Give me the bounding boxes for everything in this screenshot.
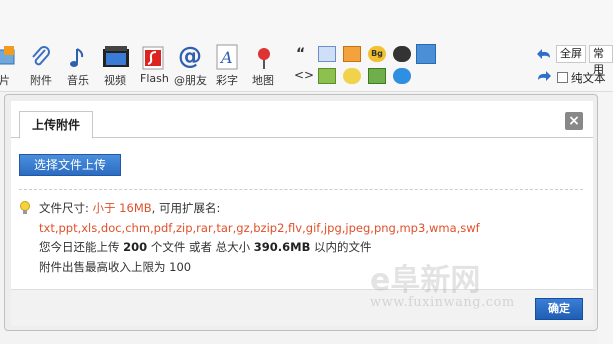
toolbar-item-label: 音乐 xyxy=(67,74,89,87)
select-file-upload-button[interactable]: 选择文件上传 xyxy=(19,154,121,176)
toolbar-item-label: @朋友 xyxy=(174,74,207,87)
common-button[interactable]: 常用 xyxy=(589,45,613,76)
dialog-tabbar: 上传附件 × xyxy=(11,101,593,139)
music-note-icon xyxy=(70,48,84,67)
key-icon[interactable] xyxy=(343,68,361,84)
watermark-url: www.fuxinwang.com xyxy=(370,295,515,310)
close-icon[interactable]: × xyxy=(565,112,583,130)
quota-prefix: 您今日还能上传 xyxy=(39,240,124,254)
toolbar-colortext-button[interactable]: A 彩字 xyxy=(214,44,244,90)
quota-suffix: 以内的文件 xyxy=(310,240,372,254)
undo-arrow-icon[interactable] xyxy=(536,48,552,62)
toolbar-video-button[interactable]: 视频 xyxy=(100,44,132,90)
ie-icon[interactable] xyxy=(393,68,411,84)
ok-button[interactable]: 确定 xyxy=(535,298,583,320)
film-icon xyxy=(103,46,129,67)
watermark: e阜新网 www.fuxinwang.com xyxy=(370,255,540,315)
image-icon xyxy=(0,46,15,65)
editor-toolbar: 图片 附件 音乐 视频 Flash @ xyxy=(0,0,613,92)
download-icon[interactable] xyxy=(318,68,336,84)
hide-icon[interactable] xyxy=(368,68,386,84)
lightbulb-icon xyxy=(20,201,30,214)
code-brackets-icon[interactable]: <> xyxy=(294,68,314,82)
at-icon: @ xyxy=(178,42,202,70)
flash-icon xyxy=(142,46,164,70)
toolbar-attach-button[interactable]: 附件 xyxy=(26,44,56,90)
toolbar-mention-button[interactable]: @ @朋友 xyxy=(174,42,210,90)
qq-icon[interactable] xyxy=(393,46,411,62)
watermark-logo: e阜新网 xyxy=(370,263,481,298)
paperclip-icon xyxy=(32,46,50,66)
code-icon[interactable] xyxy=(318,46,336,62)
quote-icon[interactable]: “ xyxy=(296,46,305,62)
redo-arrow-icon[interactable] xyxy=(536,70,552,84)
toolbar-image-button[interactable]: 图片 xyxy=(0,44,22,90)
toolbar-item-label: 图片 xyxy=(0,74,10,87)
quota-count: 200 xyxy=(123,240,148,254)
divider xyxy=(19,189,583,190)
tab-upload-attachment[interactable]: 上传附件 xyxy=(19,111,93,139)
color-text-icon: A xyxy=(216,44,238,70)
right-edge xyxy=(598,92,613,344)
toolbar-map-button[interactable]: 地图 xyxy=(250,44,280,90)
fullscreen-button[interactable]: 全屏 xyxy=(556,45,586,63)
toolbar-item-label: 地图 xyxy=(252,74,274,87)
size-prefix: 文件尺寸: xyxy=(39,201,93,215)
extensions-list: txt,ppt,xls,doc,chm,pdf,zip,rar,tar,gz,b… xyxy=(39,220,480,235)
svg-text:A: A xyxy=(219,48,233,67)
quota-mid: 个文件 或者 总大小 xyxy=(147,240,254,254)
plaintext-checkbox[interactable] xyxy=(557,72,568,83)
size-limit: 小于 16MB xyxy=(92,201,152,215)
toolbar-item-label: Flash xyxy=(140,72,169,85)
free-icon[interactable] xyxy=(343,46,361,62)
toolbar-item-label: 彩字 xyxy=(216,74,238,87)
toolbar-item-label: 视频 xyxy=(104,74,126,87)
ext-label: , 可用扩展名: xyxy=(151,201,221,215)
toolbar-item-label: 附件 xyxy=(30,74,52,87)
map-pin-icon xyxy=(258,48,270,69)
toolbar-flash-button[interactable]: Flash xyxy=(138,44,170,90)
quota-size: 390.6MB xyxy=(253,240,311,254)
badge-icon[interactable]: Bg xyxy=(368,46,386,62)
size-line: 文件尺寸: 小于 16MB, 可用扩展名: xyxy=(39,199,579,219)
plaintext-label: 纯文本 xyxy=(571,71,606,85)
users-icon[interactable] xyxy=(416,44,436,64)
toolbar-music-button[interactable]: 音乐 xyxy=(64,44,94,90)
